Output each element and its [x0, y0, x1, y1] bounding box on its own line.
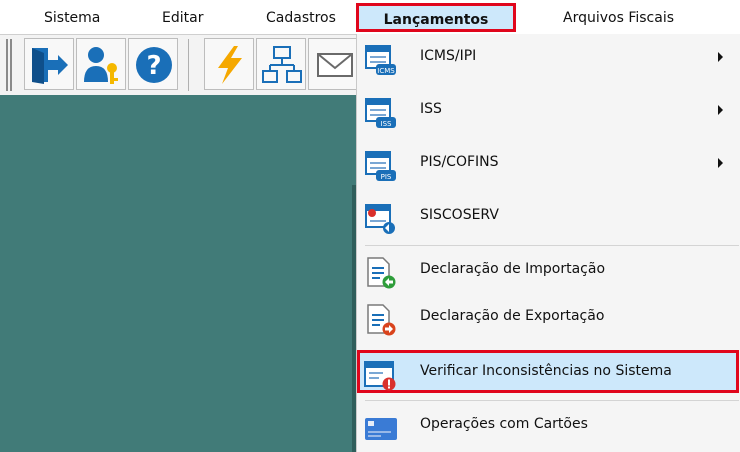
menu-item-label: PIS/COFINS: [420, 154, 499, 170]
menu-item-label: Operações com Cartões: [420, 416, 588, 432]
submenu-arrow-icon: [718, 158, 723, 168]
help-button[interactable]: ?: [128, 38, 178, 90]
exit-button[interactable]: [24, 38, 74, 90]
flowchart-button[interactable]: [256, 38, 306, 90]
menu-arquivos-fiscais[interactable]: Arquivos Fiscais: [563, 6, 674, 30]
help-icon: ?: [136, 47, 172, 83]
toolbar: ?: [0, 34, 356, 95]
submenu-arrow-icon: [718, 105, 723, 115]
export-declaration-icon: [367, 304, 396, 336]
envelope-icon: [317, 53, 353, 77]
menu-separator: [365, 245, 739, 246]
siscoserv-icon: [365, 204, 395, 234]
flowchart-icon: [262, 46, 302, 83]
menu-item-label: Verificar Inconsistências no Sistema: [420, 363, 672, 379]
menu-sistema[interactable]: Sistema: [44, 6, 100, 30]
icms-icon: ICMS: [365, 45, 396, 75]
menu-item-siscoserv[interactable]: SISCOSERV: [357, 195, 739, 241]
menu-item-pis-cofins[interactable]: PIS PIS/COFINS: [357, 142, 739, 188]
iss-icon: ISS: [365, 98, 396, 128]
svg-text:ISS: ISS: [381, 120, 393, 128]
menu-item-label: Declaração de Importação: [420, 261, 606, 277]
lancamentos-dropdown: ICMS ICMS/IPI ISS ISS PIS PIS/COFINS SIS…: [356, 34, 740, 452]
envelope-button[interactable]: [308, 38, 356, 90]
import-declaration-icon: [367, 257, 396, 289]
verify-inconsistencies-icon: [364, 361, 396, 391]
exit-icon: [32, 48, 68, 84]
menu-item-iss[interactable]: ISS ISS: [357, 89, 739, 135]
menu-editar[interactable]: Editar: [162, 6, 203, 30]
lightning-icon: [218, 46, 242, 84]
card-icon: [365, 418, 397, 440]
workspace-area: [0, 95, 356, 452]
svg-text:PIS: PIS: [381, 173, 392, 181]
menu-item-declaracao-exportacao[interactable]: Declaração de Exportação: [357, 296, 739, 342]
menu-item-icms-ipi[interactable]: ICMS ICMS/IPI: [357, 36, 739, 82]
lightning-button[interactable]: [204, 38, 254, 90]
svg-text:ICMS: ICMS: [377, 67, 395, 75]
menu-item-label: ICMS/IPI: [420, 48, 477, 64]
pis-icon: PIS: [365, 151, 396, 181]
menu-item-label: SISCOSERV: [420, 207, 499, 223]
menu-lancamentos-label: Lançamentos: [383, 12, 489, 28]
toolbar-grip[interactable]: [6, 39, 8, 91]
menu-separator: [365, 400, 739, 401]
user-key-icon: [84, 47, 118, 84]
menu-cadastros[interactable]: Cadastros: [266, 6, 336, 30]
menu-bar: Sistema Editar Cadastros Lançamentos Arq…: [0, 0, 740, 34]
menu-item-operacoes-cartoes[interactable]: Operações com Cartões: [357, 404, 739, 450]
menu-item-label: Declaração de Exportação: [420, 308, 605, 324]
user-key-button[interactable]: [76, 38, 126, 90]
menu-item-verificar-inconsistencias[interactable]: Verificar Inconsistências no Sistema: [357, 350, 739, 393]
toolbar-divider: [188, 39, 189, 91]
svg-text:?: ?: [146, 51, 161, 81]
toolbar-grip[interactable]: [10, 39, 12, 91]
menu-item-declaracao-importacao[interactable]: Declaração de Importação: [357, 249, 739, 295]
submenu-arrow-icon: [718, 52, 723, 62]
menu-item-label: ISS: [420, 101, 442, 117]
menu-lancamentos[interactable]: Lançamentos: [356, 3, 516, 32]
